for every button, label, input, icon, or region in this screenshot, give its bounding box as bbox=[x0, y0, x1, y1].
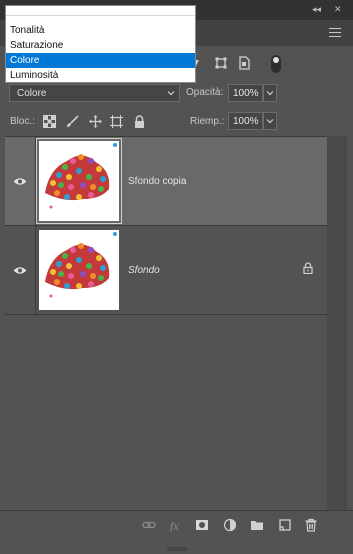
layer-separator bbox=[35, 226, 36, 314]
close-panel-button[interactable]: ✕ bbox=[334, 4, 342, 15]
resize-grip-icon[interactable] bbox=[167, 547, 187, 551]
folder-icon[interactable] bbox=[250, 518, 264, 532]
eye-icon[interactable] bbox=[13, 177, 27, 186]
lock-position-move-icon[interactable] bbox=[89, 115, 102, 128]
panel-menu-icon[interactable] bbox=[329, 28, 341, 37]
layers-panel: ◂◂ ✕ Colore Opacità: 100% Bloc.: Riemp.: bbox=[0, 0, 353, 554]
shape-filter-icon[interactable] bbox=[214, 56, 228, 70]
new-layer-icon[interactable] bbox=[278, 518, 292, 532]
svg-text:fx: fx bbox=[170, 519, 179, 532]
lock-artboard-icon[interactable] bbox=[110, 115, 123, 128]
fill-value: 100% bbox=[233, 116, 259, 127]
smart-object-filter-icon[interactable] bbox=[237, 56, 251, 70]
opacity-label: Opacità: bbox=[186, 87, 224, 98]
filter-toggle[interactable] bbox=[271, 55, 281, 73]
blend-mode-select[interactable]: Colore bbox=[9, 84, 180, 102]
blend-option-saturazione[interactable]: Saturazione bbox=[6, 38, 195, 53]
lock-row: Bloc.: Riemp.: 100% bbox=[0, 108, 353, 136]
layer-thumbnail[interactable] bbox=[36, 138, 122, 224]
layer-row-sfondo-copia[interactable]: Sfondo copia bbox=[5, 137, 327, 226]
opacity-value: 100% bbox=[233, 88, 259, 99]
fx-icon[interactable]: fx bbox=[169, 518, 183, 532]
layer-row-sfondo[interactable]: Sfondo bbox=[5, 226, 327, 315]
blend-option-luminosita[interactable]: Luminosità bbox=[6, 68, 195, 83]
fill-input[interactable]: 100% bbox=[228, 112, 263, 130]
blend-row: Colore Opacità: 100% bbox=[0, 80, 353, 106]
lock-all-icon[interactable] bbox=[133, 115, 146, 128]
opacity-dropdown-button[interactable] bbox=[263, 84, 277, 102]
layer-name[interactable]: Sfondo copia bbox=[128, 176, 186, 187]
layer-name[interactable]: Sfondo bbox=[128, 265, 160, 276]
lock-image-pixels-brush-icon[interactable] bbox=[66, 115, 79, 128]
lock-icon[interactable] bbox=[303, 262, 313, 274]
layer-thumbnail[interactable] bbox=[39, 230, 119, 310]
eye-icon[interactable] bbox=[13, 266, 27, 275]
trash-icon[interactable] bbox=[304, 518, 318, 532]
blend-option-colore[interactable]: Colore bbox=[6, 53, 195, 68]
layers-scrollbar[interactable] bbox=[327, 136, 347, 510]
lock-label: Bloc.: bbox=[10, 116, 36, 127]
blend-mode-value: Colore bbox=[17, 88, 47, 99]
lock-transparent-pixels-icon[interactable] bbox=[43, 115, 56, 128]
chevron-down-icon bbox=[167, 91, 175, 96]
collapse-panel-button[interactable]: ◂◂ bbox=[312, 4, 321, 15]
layer-separator bbox=[35, 137, 36, 225]
opacity-input[interactable]: 100% bbox=[228, 84, 263, 102]
dropdown-scroll-gap bbox=[6, 6, 195, 16]
layers-bottom-toolbar: fx bbox=[0, 510, 353, 554]
chevron-down-icon bbox=[266, 119, 274, 124]
link-icon[interactable] bbox=[142, 518, 156, 532]
layers-list: Sfondo copia Sfondo bbox=[5, 136, 327, 511]
blend-mode-dropdown-list: Tonalità Saturazione Colore Luminosità bbox=[5, 5, 196, 83]
adjustment-icon[interactable] bbox=[223, 518, 237, 532]
mask-icon[interactable] bbox=[195, 518, 209, 532]
blend-option-tonalita[interactable]: Tonalità bbox=[6, 23, 195, 38]
chevron-down-icon bbox=[266, 91, 274, 96]
fill-dropdown-button[interactable] bbox=[263, 112, 277, 130]
fill-label: Riemp.: bbox=[190, 116, 225, 127]
